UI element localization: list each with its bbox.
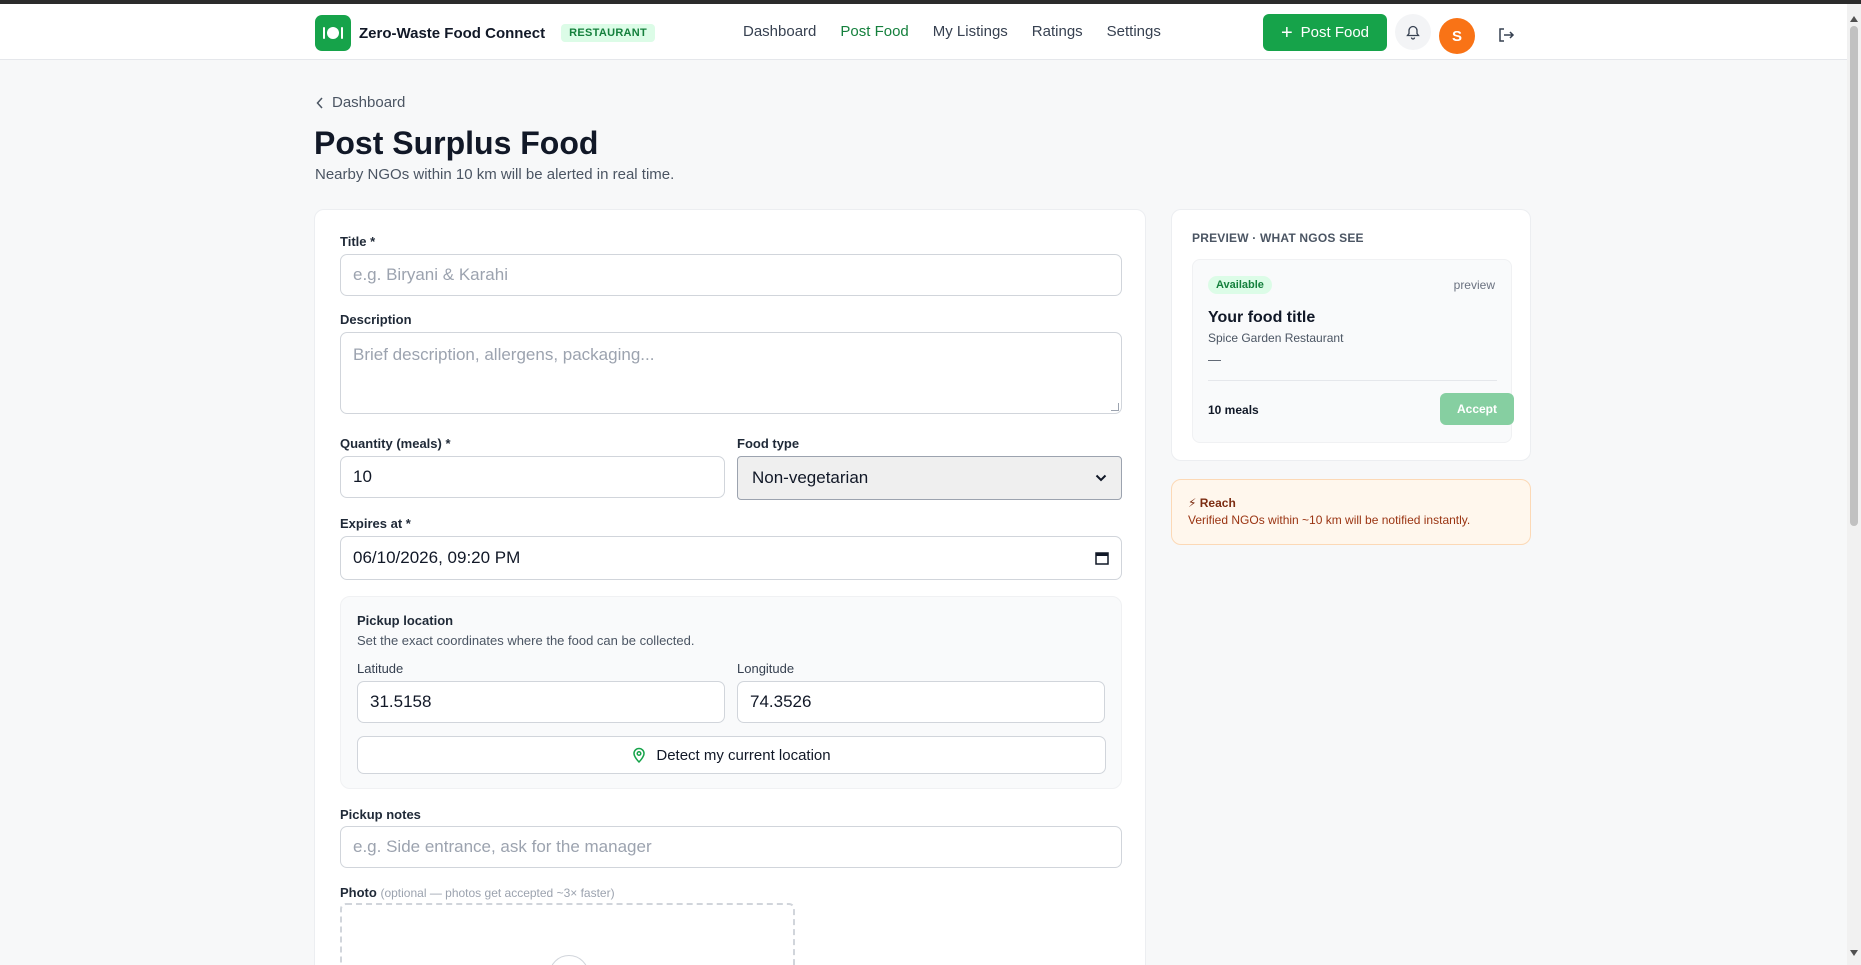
scroll-down-arrow-icon[interactable]	[1850, 950, 1858, 956]
reach-info-card: ⚡ Reach Verified NGOs within ~10 km will…	[1171, 479, 1531, 545]
title-input[interactable]: e.g. Biryani & Karahi	[340, 254, 1122, 296]
latitude-input[interactable]: 31.5158	[357, 681, 725, 723]
food-type-label: Food type	[737, 436, 800, 451]
latitude-label: Latitude	[357, 661, 404, 676]
chevron-left-icon	[316, 96, 323, 109]
scrollbar-thumb[interactable]	[1850, 26, 1858, 526]
detect-location-label: Detect my current location	[656, 746, 831, 764]
calendar-icon[interactable]	[1095, 551, 1109, 565]
title-label: Title *	[340, 234, 376, 249]
status-badge: Available	[1208, 276, 1272, 294]
description-textarea[interactable]: Brief description, allergens, packaging.…	[340, 332, 1122, 414]
expires-datetime-input[interactable]: 06/10/2026, 09:20 PM	[340, 536, 1122, 580]
page-scrollbar[interactable]	[1847, 4, 1861, 965]
longitude-input[interactable]: 74.3526	[737, 681, 1105, 723]
reach-text: Verified NGOs within ~10 km will be noti…	[1188, 513, 1471, 527]
food-type-value: Non-vegetarian	[752, 468, 869, 487]
expires-value: 06/10/2026, 09:20 PM	[353, 548, 521, 567]
post-food-button[interactable]: + Post Food	[1263, 14, 1387, 51]
preview-meals: 10 meals	[1208, 403, 1259, 417]
photo-label-text: Photo	[340, 885, 377, 900]
pickup-notes-input[interactable]: e.g. Side entrance, ask for the manager	[340, 826, 1122, 868]
plus-icon: +	[1280, 21, 1293, 44]
preview-card: PREVIEW · WHAT NGOS SEE Available previe…	[1171, 209, 1531, 461]
logout-icon	[1499, 28, 1515, 42]
pickup-location-title: Pickup location	[357, 613, 454, 628]
logout-button[interactable]	[1497, 26, 1517, 46]
bell-icon	[1406, 25, 1420, 40]
scroll-up-arrow-icon[interactable]	[1850, 16, 1858, 22]
main-nav: Dashboard Post Food My Listings Ratings …	[743, 23, 1185, 40]
quantity-input[interactable]: 10	[340, 456, 725, 498]
breadcrumb-label: Dashboard	[332, 94, 406, 111]
resize-handle-icon[interactable]	[1111, 403, 1119, 411]
nav-link-my-listings[interactable]: My Listings	[933, 23, 1008, 40]
preview-tag: preview	[1453, 278, 1495, 292]
detect-location-button[interactable]: Detect my current location	[357, 736, 1106, 774]
preview-restaurant-name: Spice Garden Restaurant	[1208, 331, 1344, 345]
app-name: Zero-Waste Food Connect	[359, 24, 546, 42]
food-type-select[interactable]: Non-vegetarian	[737, 456, 1122, 500]
preview-accept-button: Accept	[1440, 393, 1514, 425]
expires-label: Expires at *	[340, 516, 411, 531]
divider	[1208, 380, 1497, 381]
nav-link-dashboard[interactable]: Dashboard	[743, 23, 816, 40]
preview-heading: PREVIEW · WHAT NGOS SEE	[1192, 231, 1364, 245]
longitude-label: Longitude	[737, 661, 795, 676]
user-avatar[interactable]: S	[1439, 18, 1475, 54]
preview-description-placeholder: —	[1208, 352, 1221, 367]
page-title: Post Surplus Food	[314, 125, 599, 161]
nav-link-settings[interactable]: Settings	[1107, 23, 1161, 40]
description-placeholder: Brief description, allergens, packaging.…	[353, 345, 655, 364]
notifications-button[interactable]	[1395, 14, 1431, 50]
nav-link-ratings[interactable]: Ratings	[1032, 23, 1083, 40]
map-pin-icon	[633, 747, 646, 763]
photo-hint: (optional — photos get accepted ~3× fast…	[380, 886, 615, 900]
post-food-button-label: Post Food	[1300, 24, 1370, 41]
nav-link-post-food[interactable]: Post Food	[840, 23, 908, 40]
pickup-notes-label: Pickup notes	[340, 807, 421, 822]
photo-dropzone[interactable]	[340, 903, 795, 965]
role-badge: RESTAURANT	[561, 24, 656, 42]
page-subtitle: Nearby NGOs within 10 km will be alerted…	[315, 166, 675, 183]
top-navbar: Zero-Waste Food Connect RESTAURANT Dashb…	[0, 4, 1847, 60]
chevron-down-icon	[1095, 474, 1107, 482]
listing-preview: Available preview Your food title Spice …	[1192, 259, 1514, 443]
description-label: Description	[340, 312, 412, 327]
upload-icon	[549, 955, 589, 965]
pickup-location-subtitle: Set the exact coordinates where the food…	[357, 633, 695, 648]
plate-utensils-icon	[315, 15, 351, 51]
preview-food-title: Your food title	[1208, 309, 1316, 326]
photo-label: Photo (optional — photos get accepted ~3…	[340, 885, 615, 900]
brand[interactable]: Zero-Waste Food Connect RESTAURANT	[315, 15, 656, 51]
pickup-location-section: Pickup location Set the exact coordinate…	[340, 596, 1122, 789]
quantity-label: Quantity (meals) *	[340, 436, 451, 451]
breadcrumb[interactable]: Dashboard	[316, 94, 405, 111]
reach-title: ⚡ Reach	[1188, 496, 1236, 510]
